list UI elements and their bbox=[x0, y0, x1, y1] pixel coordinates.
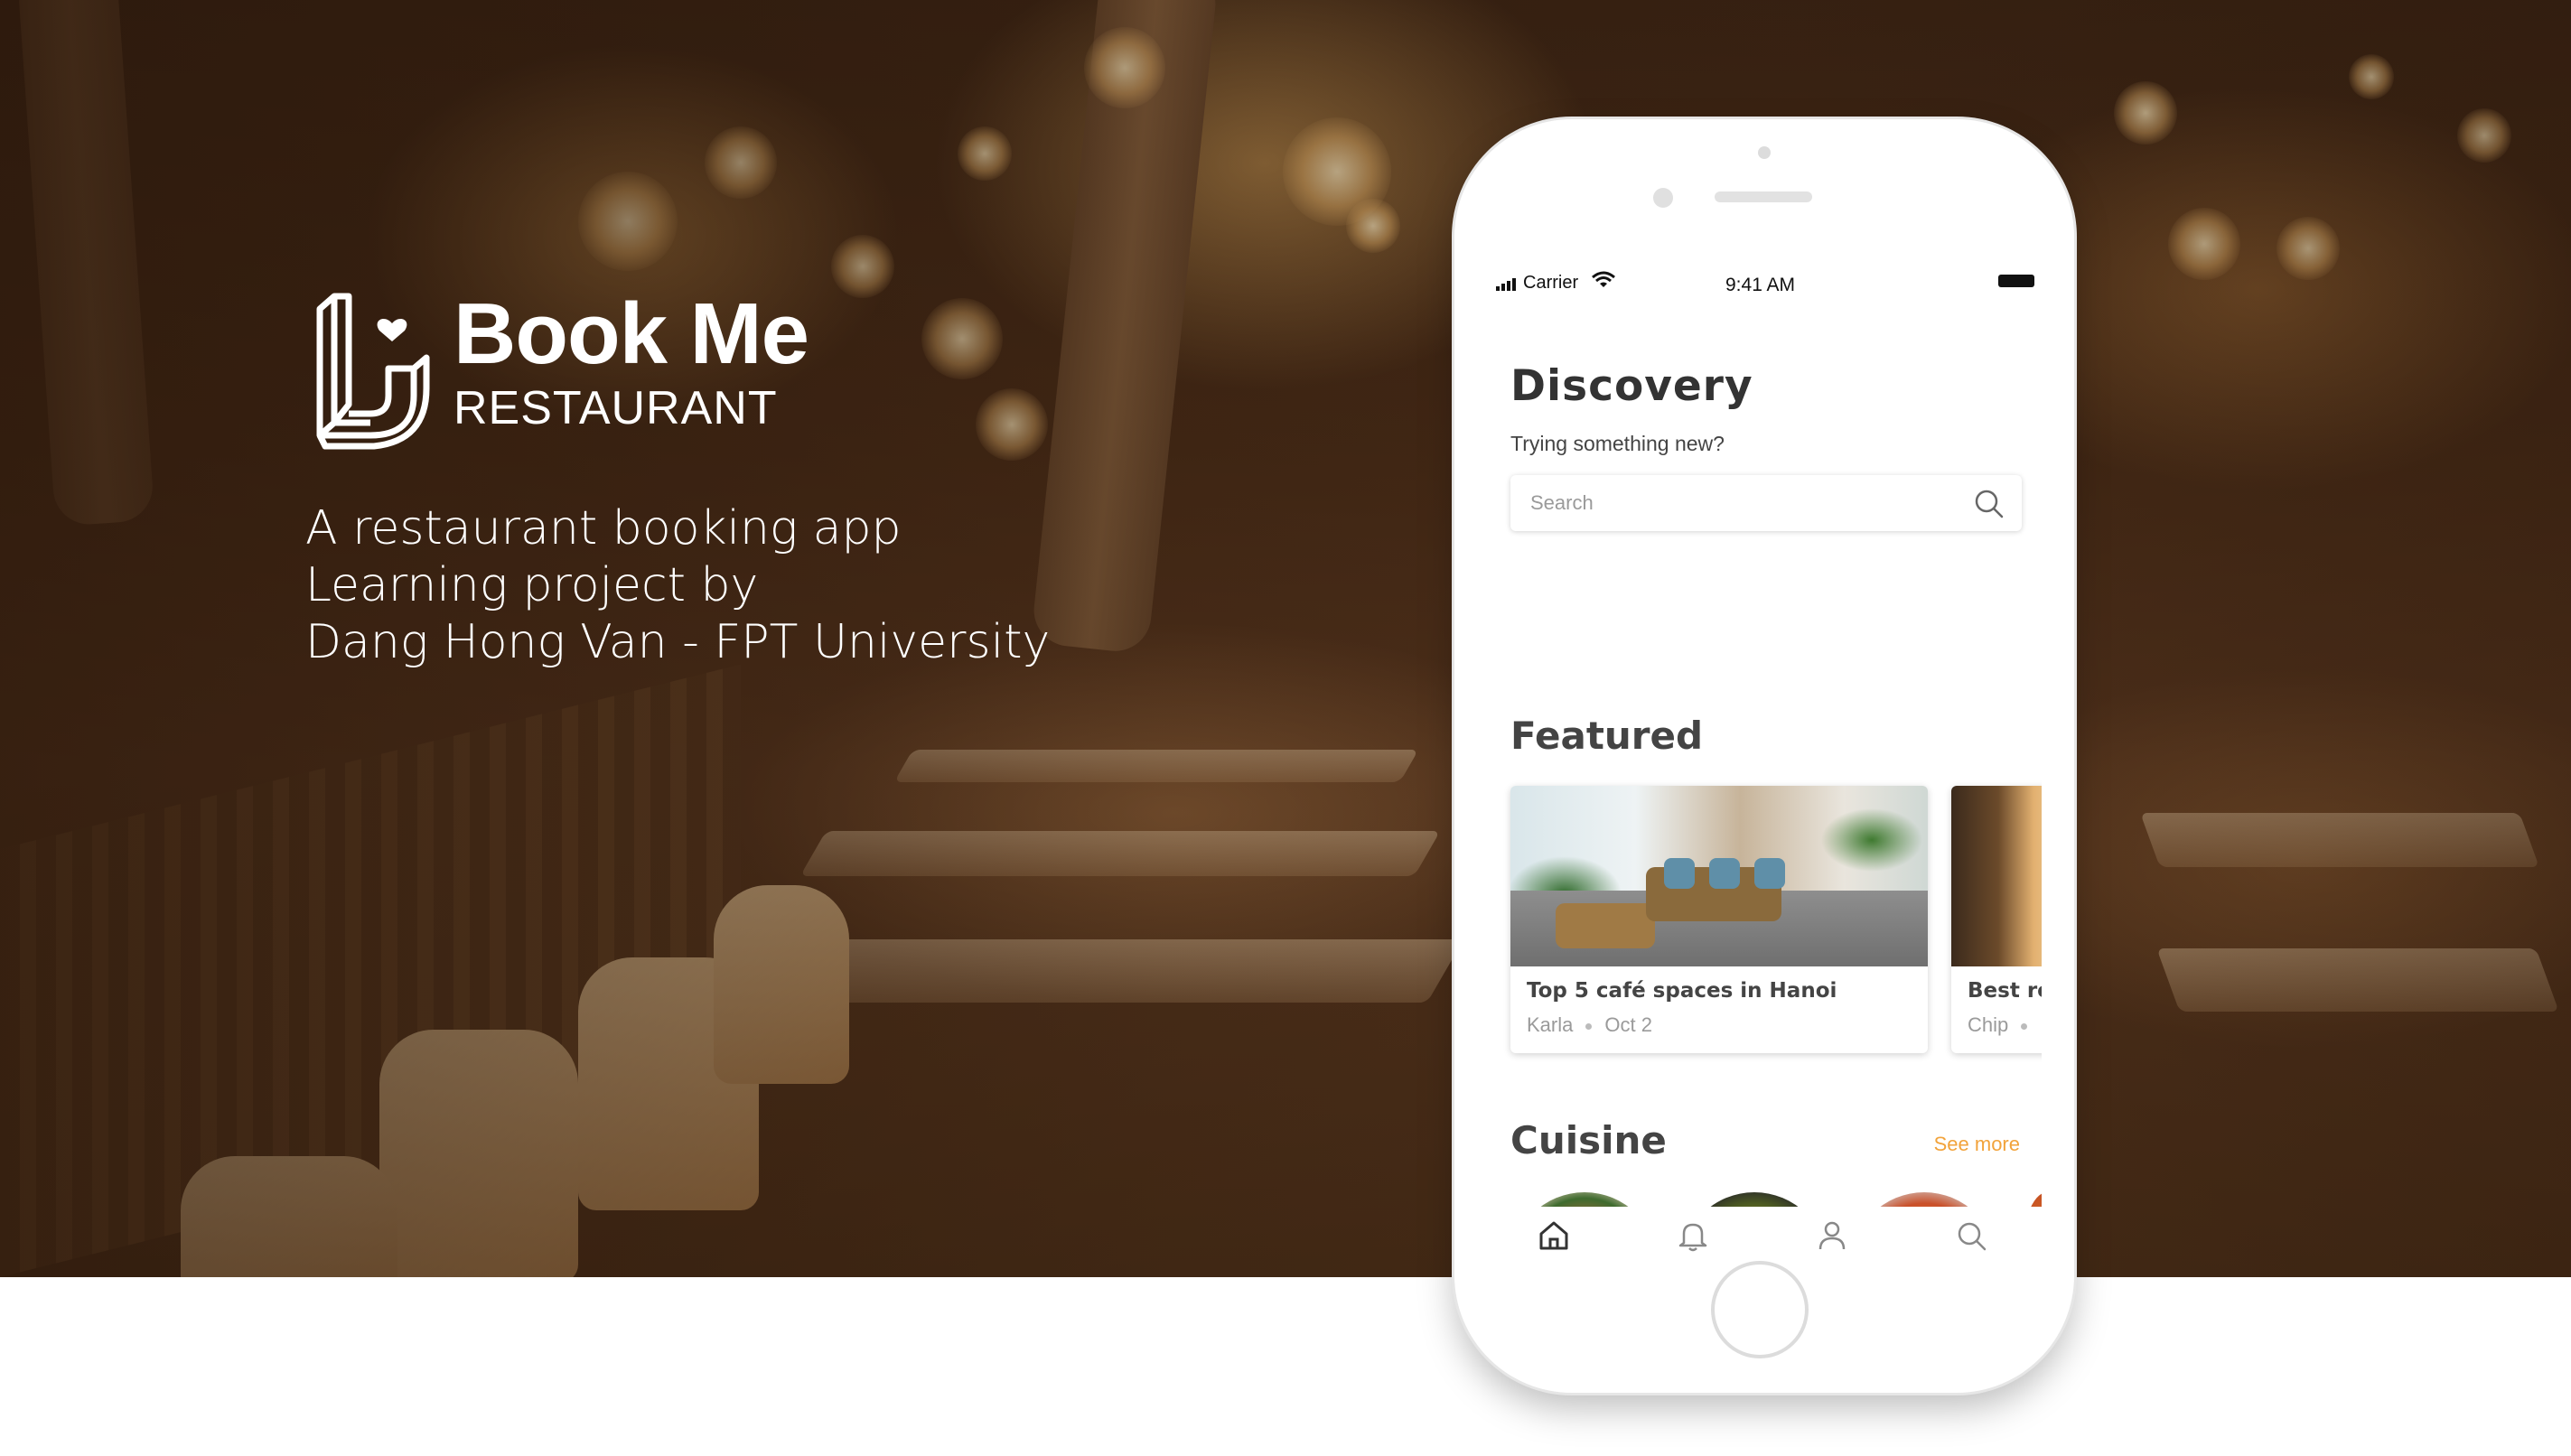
status-bar: Carrier 9:41 AM bbox=[1487, 266, 2042, 302]
app-screen: Carrier 9:41 AM Discovery Trying somethi… bbox=[1487, 266, 2042, 1263]
signal-icon bbox=[1496, 278, 1516, 291]
featured-card-image bbox=[1510, 786, 1928, 966]
search-icon bbox=[1958, 1222, 1987, 1251]
battery-icon bbox=[1998, 275, 2034, 287]
tagline-line: A restaurant booking app bbox=[305, 501, 902, 555]
separator-dot bbox=[1585, 1022, 1593, 1030]
featured-heading: Featured bbox=[1510, 714, 1704, 758]
book-me-logo bbox=[316, 293, 430, 450]
brand-name: Book Me bbox=[453, 285, 809, 382]
phone-mockup: Carrier 9:41 AM Discovery Trying somethi… bbox=[1454, 119, 2074, 1393]
search-placeholder: Search bbox=[1530, 491, 1594, 514]
brand-lockup: Book Me RESTAURANT bbox=[307, 287, 809, 450]
featured-card-image bbox=[1951, 786, 2042, 966]
featured-card[interactable]: Best re Chip bbox=[1951, 786, 2042, 1053]
bell-icon bbox=[1678, 1223, 1707, 1252]
proximity-sensor bbox=[1653, 188, 1673, 208]
home-icon bbox=[1539, 1221, 1568, 1250]
wifi-icon bbox=[1592, 271, 1615, 287]
status-time: 9:41 AM bbox=[1725, 275, 1796, 295]
featured-card-meta: Chip bbox=[1968, 1013, 2040, 1037]
page-subtitle: Trying something new? bbox=[1510, 432, 1725, 455]
user-icon bbox=[1818, 1221, 1846, 1250]
search-input[interactable]: Search bbox=[1510, 475, 2022, 531]
brand-text: Book Me RESTAURANT bbox=[453, 287, 809, 434]
tab-profile[interactable] bbox=[1814, 1218, 1850, 1254]
see-more-link[interactable]: See more bbox=[1934, 1133, 2020, 1156]
page-title: Discovery bbox=[1510, 361, 1753, 411]
front-camera bbox=[1758, 146, 1771, 159]
tagline-line: Learning project by bbox=[305, 558, 759, 612]
tagline: A restaurant booking app Learning projec… bbox=[305, 500, 1050, 671]
featured-card[interactable]: Top 5 café spaces in Hanoi Karla Oct 2 bbox=[1510, 786, 1928, 1053]
featured-card-date: Oct 2 bbox=[1604, 1013, 1652, 1036]
featured-card-author: Chip bbox=[1968, 1013, 2009, 1036]
tab-home[interactable] bbox=[1536, 1218, 1572, 1254]
brand-subtitle: RESTAURANT bbox=[453, 382, 778, 434]
carrier-label: Carrier bbox=[1523, 273, 1579, 293]
search-icon[interactable] bbox=[1973, 488, 2005, 520]
featured-card-author: Karla bbox=[1527, 1013, 1574, 1036]
tagline-line: Dang Hong Van - FPT University bbox=[305, 615, 1051, 669]
featured-card-title: Best re bbox=[1968, 979, 2042, 1003]
tab-search[interactable] bbox=[1953, 1218, 1989, 1254]
featured-card-title: Top 5 café spaces in Hanoi bbox=[1527, 979, 1837, 1003]
featured-card-meta: Karla Oct 2 bbox=[1527, 1013, 1652, 1037]
earpiece-speaker bbox=[1715, 191, 1812, 202]
cuisine-heading: Cuisine bbox=[1510, 1118, 1667, 1162]
separator-dot bbox=[2021, 1022, 2028, 1030]
heart-icon bbox=[377, 318, 407, 341]
home-button[interactable] bbox=[1711, 1261, 1809, 1358]
tab-bar bbox=[1487, 1207, 2042, 1263]
tab-notifications[interactable] bbox=[1675, 1218, 1711, 1254]
